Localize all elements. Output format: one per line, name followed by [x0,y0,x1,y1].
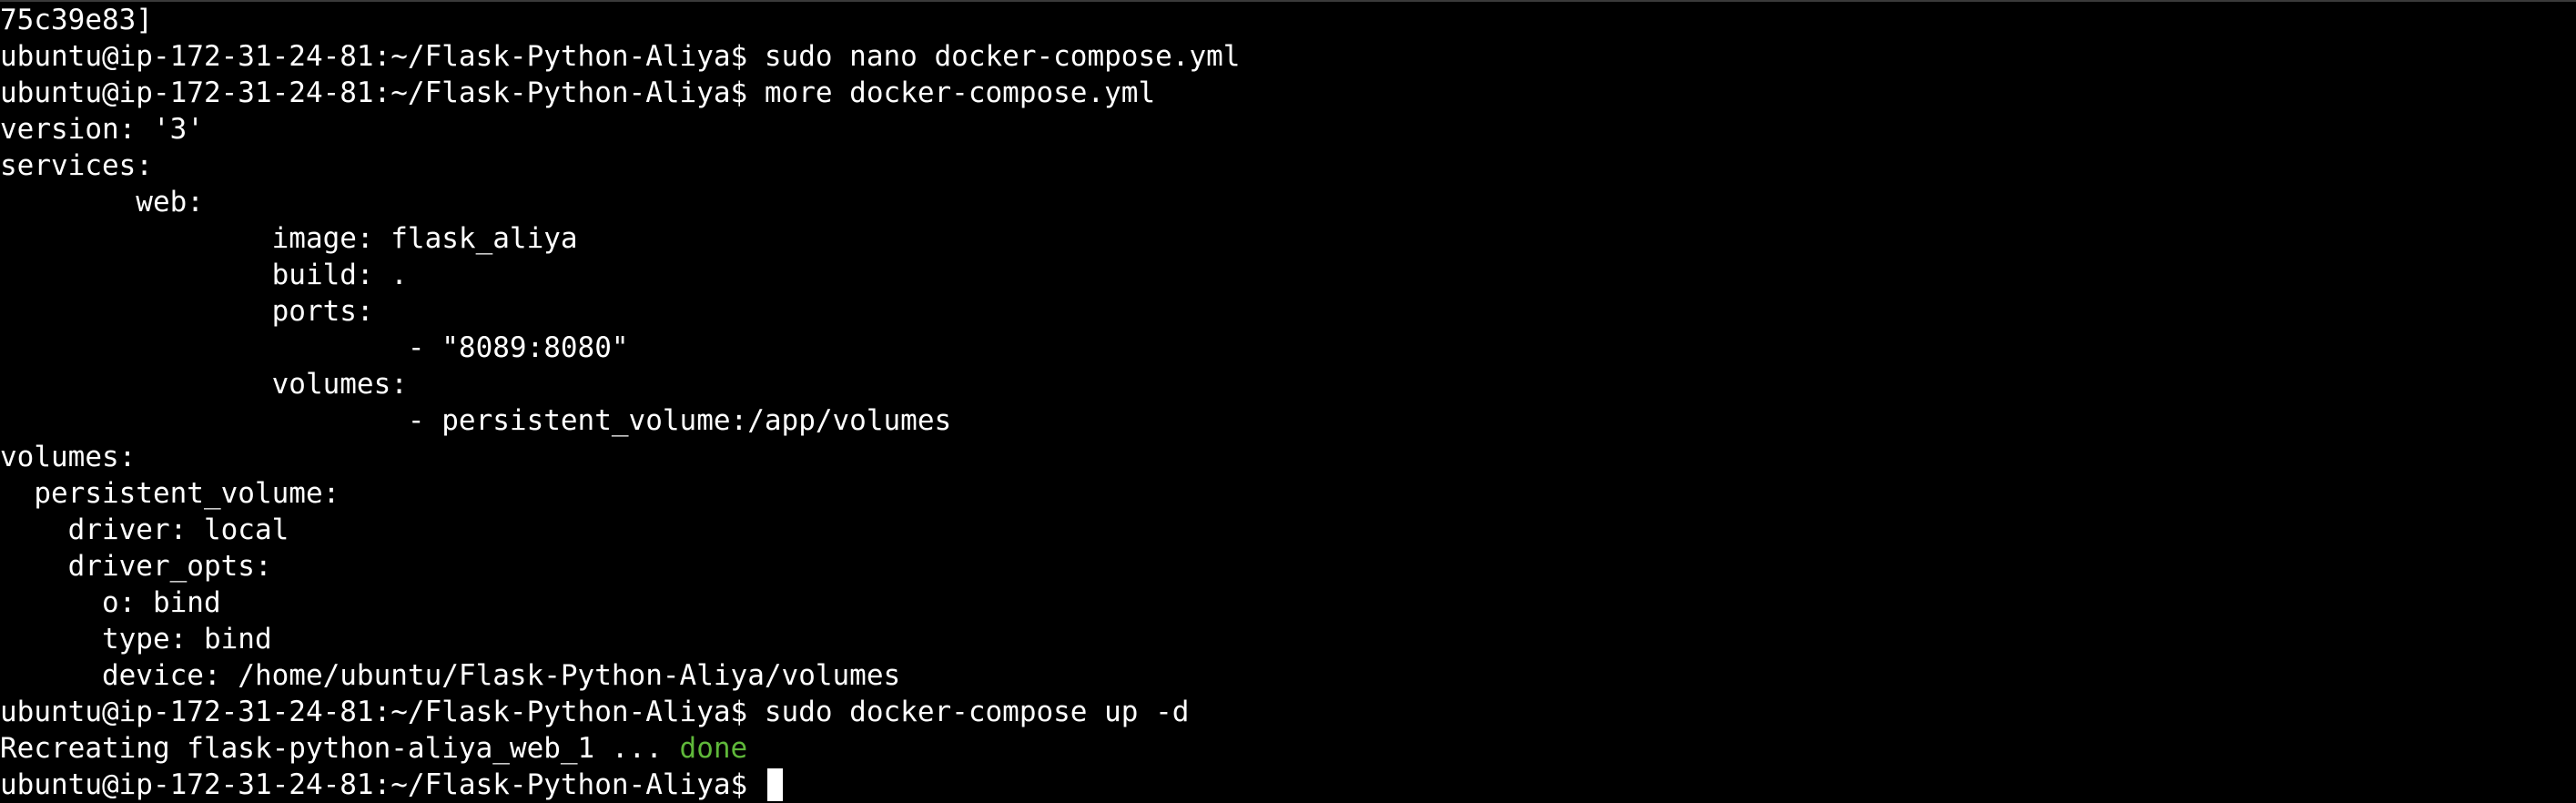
terminal-line: ubuntu@ip-172-31-24-81:~/Flask-Python-Al… [0,696,1190,728]
terminal-line: device: /home/ubuntu/Flask-Python-Aliya/… [0,659,901,692]
text-cursor[interactable] [766,767,783,801]
terminal-line: 75c39e83] [0,4,153,36]
terminal-line: ports: [0,295,374,328]
terminal-line: driver: local [0,513,289,546]
terminal-line: volumes: [0,441,137,473]
terminal-line: ubuntu@ip-172-31-24-81:~/Flask-Python-Al… [0,76,1156,109]
terminal-line: driver_opts: [0,550,272,583]
terminal-line: version: '3' [0,113,204,146]
terminal-line: web: [0,186,204,219]
terminal-line: persistent_volume: [0,477,340,510]
terminal-window[interactable]: 75c39e83] ubuntu@ip-172-31-24-81:~/Flask… [0,0,2576,803]
shell-prompt: ubuntu@ip-172-31-24-81:~/Flask-Python-Al… [0,768,765,801]
terminal-line: - "8089:8080" [0,331,629,364]
terminal-line: o: bind [0,586,221,619]
status-done-text: done [679,732,748,765]
terminal-line: ubuntu@ip-172-31-24-81:~/Flask-Python-Al… [0,40,1241,73]
status-text: Recreating flask-python-aliya_web_1 ... [0,732,680,765]
terminal-line: - persistent_volume:/app/volumes [0,404,952,437]
terminal-line: image: flask_aliya [0,222,578,255]
prompt-line[interactable]: ubuntu@ip-172-31-24-81:~/Flask-Python-Al… [0,767,2576,803]
status-line: Recreating flask-python-aliya_web_1 ... … [0,730,2576,767]
terminal-line: services: [0,149,153,182]
terminal-line: build: . [0,259,408,291]
terminal-line: volumes: [0,368,408,401]
terminal-line: type: bind [0,623,272,656]
